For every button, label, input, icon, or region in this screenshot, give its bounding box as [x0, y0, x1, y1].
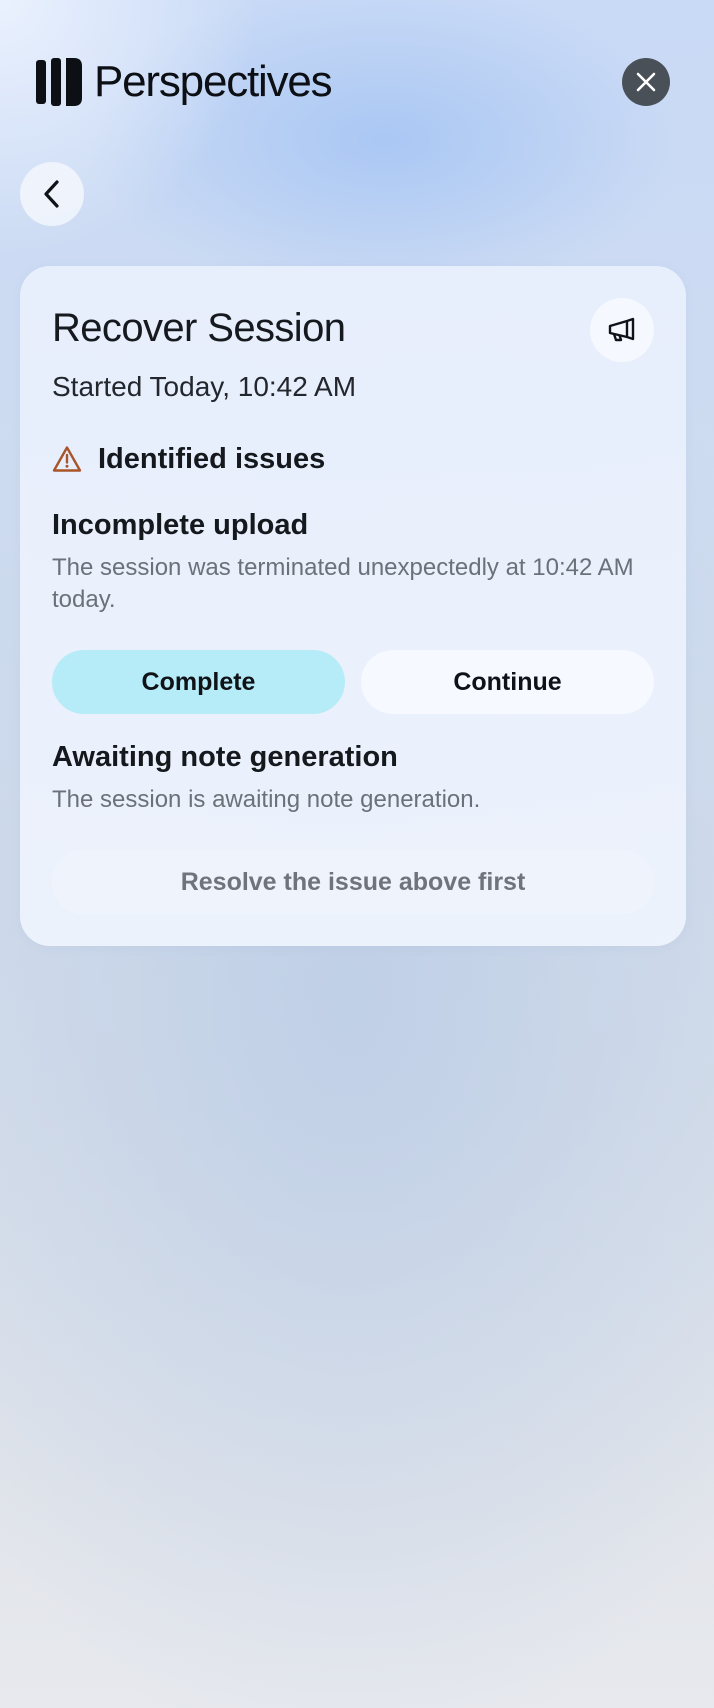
app-header: Perspectives — [0, 0, 714, 226]
app-name: Perspectives — [94, 57, 333, 106]
continue-button[interactable]: Continue — [361, 650, 654, 714]
recover-session-card: Recover Session Started Today, 10:42 AM … — [20, 266, 686, 946]
app-logo: Perspectives — [36, 56, 333, 108]
complete-button[interactable]: Complete — [52, 650, 345, 714]
megaphone-icon — [608, 317, 635, 342]
identified-issues-heading: Identified issues — [52, 442, 325, 476]
issue-description: The session is awaiting note generation. — [52, 786, 481, 813]
page-title: Recover Session — [52, 306, 346, 350]
resolve-issue-button-disabled: Resolve the issue above first — [52, 850, 654, 914]
chevron-left-icon — [44, 180, 59, 208]
warning-icon — [52, 446, 82, 472]
issue-title: Incomplete upload — [52, 509, 309, 541]
issue-description: The session was terminated unexpectedly … — [52, 554, 634, 613]
feedback-button[interactable] — [590, 298, 654, 362]
logo-mark-icon — [36, 58, 82, 106]
session-start-time: Started Today, 10:42 AM — [52, 371, 357, 402]
back-button[interactable] — [20, 162, 84, 226]
identified-issues-label: Identified issues — [98, 443, 326, 475]
close-button[interactable] — [622, 58, 670, 106]
close-icon — [636, 72, 656, 92]
issue-title: Awaiting note generation — [52, 741, 398, 773]
